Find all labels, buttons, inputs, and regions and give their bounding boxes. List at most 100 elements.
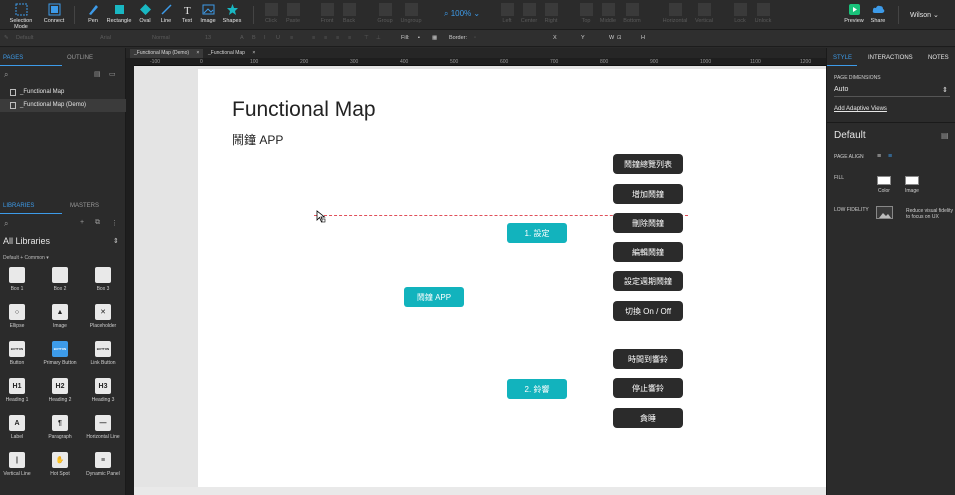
widget-button[interactable]: BUTTON Button — [0, 341, 36, 366]
close-icon[interactable]: × — [252, 50, 255, 56]
document-tab[interactable]: _Functional Map × — [204, 49, 259, 58]
paste-button[interactable]: Paste — [284, 3, 302, 24]
align-middle-button[interactable]: Middle — [598, 3, 618, 24]
valign-middle-icon[interactable]: ⊥ — [376, 35, 381, 41]
settings-item-node[interactable]: 鬧鐘總覽列表 — [613, 154, 683, 174]
zoom-select[interactable]: ⌕ 100% ⌄ — [444, 9, 480, 19]
pen-button[interactable]: Pen — [84, 3, 102, 24]
align-left-button[interactable]: Left — [498, 3, 516, 24]
settings-node[interactable]: 1. 設定 — [507, 223, 567, 243]
front-button[interactable]: Front — [318, 3, 336, 24]
low-fidelity-toggle[interactable] — [876, 206, 893, 219]
align-center-button[interactable]: Center — [518, 3, 540, 24]
align-left-icon[interactable]: ≡ — [312, 35, 315, 41]
root-node[interactable]: 鬧鐘 APP — [404, 287, 464, 307]
widget-heading-1[interactable]: H1 Heading 1 — [0, 378, 36, 403]
widget-label[interactable]: A Label — [0, 415, 36, 440]
style-name[interactable]: Default — [834, 130, 866, 141]
back-button[interactable]: Back — [340, 3, 358, 24]
horizontal-scrollbar[interactable] — [134, 487, 826, 495]
tab-libraries[interactable]: LIBRARIES — [3, 203, 34, 209]
ringing-item-node[interactable]: 停止響鈴 — [613, 378, 683, 398]
page-item-selected[interactable]: _Functional Map (Demo) — [0, 99, 126, 112]
size-select[interactable]: 13 — [205, 35, 211, 41]
selection-mode-button[interactable]: Selection Mode — [3, 3, 39, 30]
align-left-icon[interactable]: ≡ — [877, 153, 881, 160]
widget-horizontal-line[interactable]: — Horizontal Line — [84, 415, 122, 440]
align-center-icon[interactable]: ≡ — [324, 35, 327, 41]
tab-notes[interactable]: NOTES — [928, 55, 949, 61]
widget-placeholder[interactable]: ✕ Placeholder — [84, 304, 122, 329]
align-right-icon[interactable]: ≡ — [336, 35, 339, 41]
font-select[interactable]: Arial — [100, 35, 111, 41]
connect-button[interactable]: Connect — [42, 3, 66, 24]
image-icon[interactable] — [905, 176, 919, 185]
add-library-icon[interactable]: + — [80, 219, 84, 226]
widget-dynamic-panel[interactable]: ≡ Dynamic Panel — [84, 452, 122, 477]
style-manager-icon[interactable]: ▤ — [941, 131, 949, 140]
align-top-button[interactable]: Top — [577, 3, 595, 24]
tab-masters[interactable]: MASTERS — [70, 203, 99, 209]
user-menu[interactable]: Wilson ⌄ — [910, 11, 939, 19]
unlock-button[interactable]: Unlock — [752, 3, 774, 24]
add-adaptive-views-link[interactable]: Add Adaptive Views — [834, 106, 887, 112]
settings-item-node[interactable]: 刪除鬧鐘 — [613, 213, 683, 233]
search-icon[interactable]: ⌕ — [4, 219, 8, 229]
bold-icon[interactable]: B — [252, 35, 256, 41]
settings-item-node[interactable]: 設定週期鬧鐘 — [613, 271, 683, 291]
style-select[interactable]: Default — [16, 35, 33, 41]
close-icon[interactable]: × — [196, 50, 199, 56]
more-icon[interactable]: ⋮ — [111, 219, 118, 227]
fill-color-swatch[interactable]: ▪ — [418, 35, 420, 41]
search-icon[interactable]: ⌕ — [4, 70, 8, 80]
settings-item-node[interactable]: 增加鬧鐘 — [613, 184, 683, 204]
canvas[interactable]: Functional Map 鬧鐘 APP 鬧鐘 APP 1. 設定 2. 鈴響… — [134, 66, 826, 495]
widget-paragraph[interactable]: ¶ Paragraph — [41, 415, 79, 440]
ringing-item-node[interactable]: 時間到響鈴 — [613, 349, 683, 369]
page-title[interactable]: Functional Map — [232, 98, 376, 122]
distribute-vertical-button[interactable]: Vertical — [692, 3, 716, 24]
widget-box-3[interactable]: Box 3 — [84, 267, 122, 292]
widget-box-1[interactable]: Box 1 — [0, 267, 36, 292]
click-button[interactable]: Click — [262, 3, 280, 24]
border-color-swatch[interactable]: ▫ — [474, 35, 476, 41]
line-button[interactable]: Line — [157, 3, 175, 24]
tab-pages[interactable]: PAGES — [3, 55, 23, 61]
page-dimensions-select[interactable]: Auto ⇕ — [834, 86, 950, 97]
widget-heading-2[interactable]: H2 Heading 2 — [41, 378, 79, 403]
widget-heading-3[interactable]: H3 Heading 3 — [84, 378, 122, 403]
widget-link-button[interactable]: BUTTON Link Button — [84, 341, 122, 366]
list-icon[interactable]: ≡ — [290, 35, 293, 41]
ringing-item-node[interactable]: 貪睡 — [613, 408, 683, 428]
tab-outline[interactable]: OUTLINE — [67, 55, 93, 61]
page-item[interactable]: _Functional Map — [0, 86, 126, 99]
distribute-horizontal-button[interactable]: Horizontal — [660, 3, 690, 24]
library-filter[interactable]: Default + Common ▾ — [3, 255, 49, 261]
align-bottom-button[interactable]: Bottom — [621, 3, 643, 24]
widget-box-2[interactable]: Box 2 — [41, 267, 79, 292]
settings-item-node[interactable]: 切換 On / Off — [613, 301, 683, 321]
tab-style[interactable]: STYLE — [833, 55, 852, 61]
justify-icon[interactable]: ≡ — [348, 35, 351, 41]
chevron-updown-icon[interactable]: ⇕ — [113, 237, 119, 245]
widget-image[interactable]: ▲ Image — [41, 304, 79, 329]
align-right-button[interactable]: Right — [542, 3, 560, 24]
oval-button[interactable]: Oval — [136, 3, 154, 24]
document-tab-active[interactable]: _Functional Map (Demo) × — [130, 49, 204, 58]
lock-ratio-icon[interactable]: ⊡ — [617, 35, 622, 41]
ungroup-button[interactable]: Ungroup — [398, 3, 424, 24]
text-color-icon[interactable]: A — [240, 35, 244, 41]
rectangle-button[interactable]: Rectangle — [106, 3, 132, 24]
widget-primary-button[interactable]: BUTTON Primary Button — [41, 341, 79, 366]
share-button[interactable]: Share — [868, 3, 888, 24]
widget-ellipse[interactable]: ○ Ellipse — [0, 304, 36, 329]
preview-button[interactable]: Preview — [842, 3, 866, 24]
add-page-icon[interactable]: ▤ — [94, 70, 101, 78]
weight-select[interactable]: Normal — [152, 35, 170, 41]
shapes-button[interactable]: Shapes — [221, 3, 243, 24]
group-button[interactable]: Group — [374, 3, 396, 24]
library-select[interactable]: All Libraries — [3, 236, 50, 246]
underline-icon[interactable]: U — [276, 35, 280, 41]
lock-button[interactable]: Lock — [731, 3, 749, 24]
valign-top-icon[interactable]: ⊤ — [364, 35, 369, 41]
